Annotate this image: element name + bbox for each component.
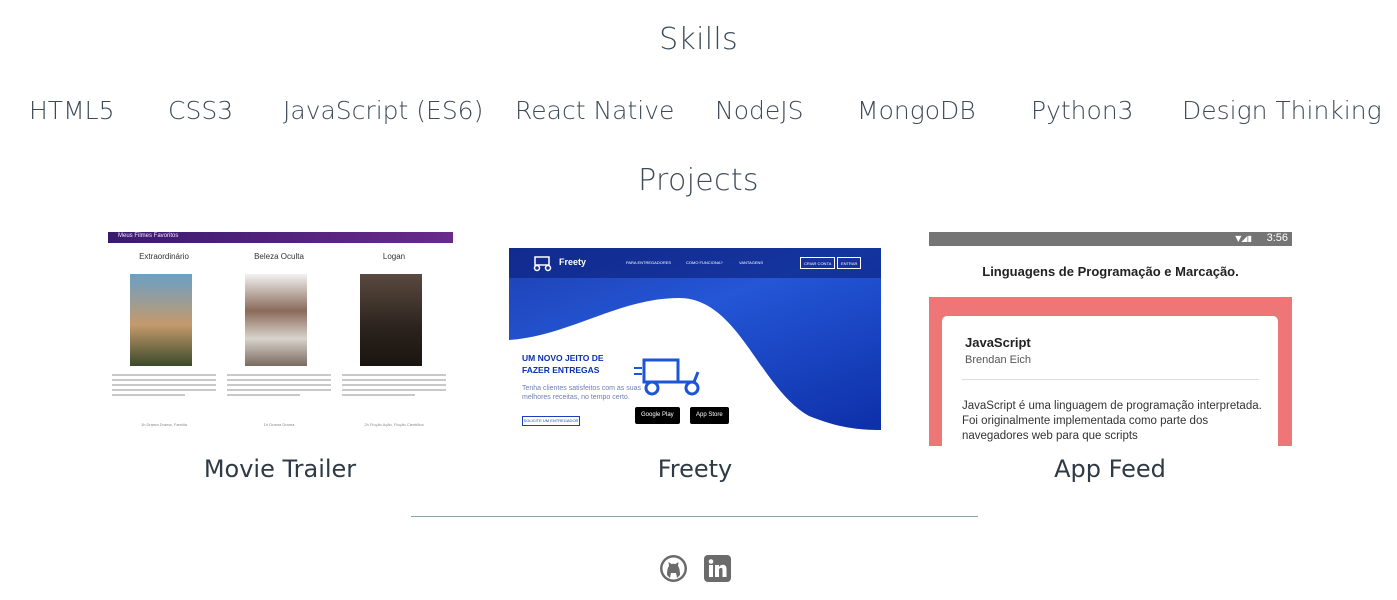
signal-battery-icon: ▼◢▮ [1235,234,1252,243]
card-divider [962,379,1259,380]
linkedin-link[interactable] [704,555,731,582]
project-label-movie-trailer[interactable]: Movie Trailer [100,455,460,483]
movie-header-bar: Meus Filmes Favoritos [108,232,453,243]
project-label-freety[interactable]: Freety [515,455,875,483]
movie-card: Logan 2h Ficção Ação, Ficção Científica [338,252,450,427]
app-store-badge[interactable]: App Store [690,407,729,424]
footer-divider [411,516,978,517]
skills-title: Skills [659,22,738,57]
skill-design-thinking: Design Thinking [1182,96,1382,125]
skill-javascript: JavaScript (ES6) [283,96,484,125]
freety-headline-line-2: FAZER ENTREGAS [522,365,600,375]
projects-title: Projects [638,163,759,198]
movie-tag: 2h Ficção Ação, Ficção Científica [364,422,424,427]
status-time: 3:56 [1266,232,1288,244]
movie-synopsis [227,374,331,399]
movie-poster[interactable] [130,274,192,366]
skill-mongodb: MongoDB [857,96,976,125]
movie-synopsis [112,374,216,399]
movie-header-title: Meus Filmes Favoritos [118,233,179,239]
skill-python3: Python3 [1031,96,1134,125]
github-icon [660,555,687,582]
freety-subtitle: Tenha clientes satisfeitos com as suas m… [522,385,642,401]
project-thumbnail-app-feed[interactable]: ▼◢▮ 3:56 Linguagens de Programação e Mar… [929,232,1292,446]
linkedin-icon [704,555,731,582]
movie-tag: 1h Drama Drama, Família [140,422,187,427]
movie-poster[interactable] [360,274,422,366]
card-body: JavaScript é uma linguagem de programaçã… [962,400,1262,442]
movie-card: Beleza Oculta 1h Drama Drama [223,252,335,427]
movie-tag: 1h Drama Drama [263,422,295,427]
project-thumbnail-movie-trailer[interactable]: Meus Filmes Favoritos Extraordinário 1h … [108,232,453,444]
freety-wave-shape [509,298,881,430]
app-feed-title: Linguagens de Programação e Marcação. [982,264,1239,279]
freety-headline: UM NOVO JEITO DE FAZER ENTREGAS [522,352,604,376]
movie-synopsis [342,374,446,399]
skill-css3: CSS3 [168,96,234,125]
delivery-scooter-icon [634,358,700,396]
freety-cta-button[interactable]: SOLICITE UM ENTREGADOR [522,416,580,426]
card-title: JavaScript [965,335,1031,350]
movie-title: Logan [382,252,406,261]
movie-title: Extraordinário [139,252,189,261]
github-link[interactable] [660,555,687,582]
movie-card: Extraordinário 1h Drama Drama, Família [108,252,220,427]
android-status-bar: ▼◢▮ 3:56 [929,232,1292,246]
card-author: Brendan Eich [965,354,1032,366]
skill-nodejs: NodeJS [715,96,804,125]
project-thumbnail-freety[interactable]: Freety PARA ENTREGADORES COMO FUNCIONA? … [509,248,881,430]
freety-headline-line-1: UM NOVO JEITO DE [522,353,604,363]
project-label-app-feed[interactable]: App Feed [930,455,1290,483]
movie-poster[interactable] [245,274,307,366]
movie-title: Beleza Oculta [254,252,304,261]
skill-react-native: React Native [515,96,675,125]
google-play-badge[interactable]: Google Play [635,407,680,424]
skill-html5: HTML5 [29,96,115,125]
